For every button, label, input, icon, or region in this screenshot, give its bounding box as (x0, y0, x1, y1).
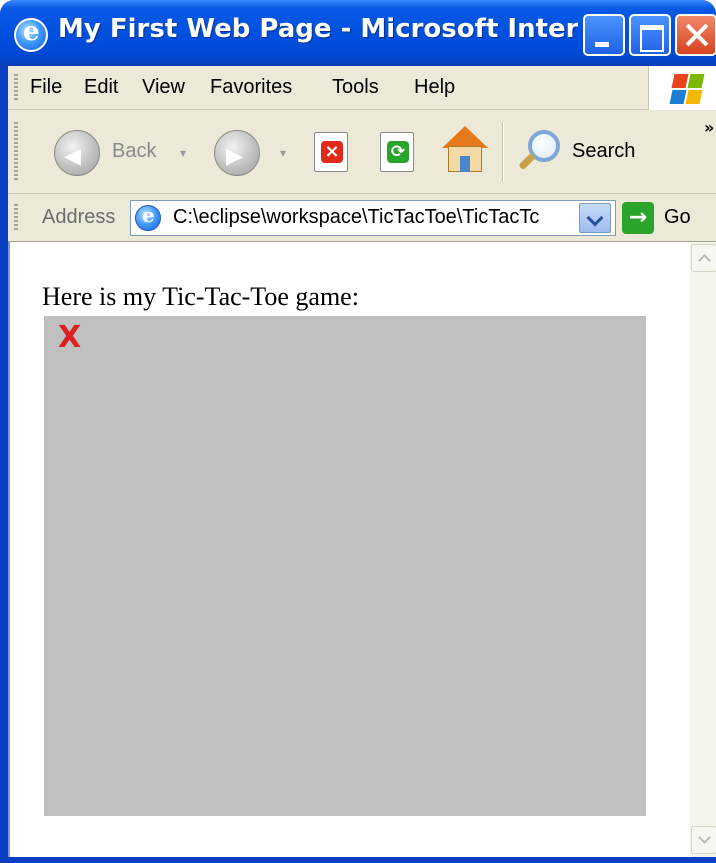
window-title: My First Web Page - Microsoft Internet .… (58, 14, 578, 44)
page-content: Here is my Tic-Tac-Toe game: X (8, 242, 716, 863)
minimize-button[interactable] (583, 14, 625, 56)
window-bottom-border (0, 857, 716, 863)
search-button-label[interactable]: Search (572, 140, 635, 163)
menu-view[interactable]: View (142, 76, 185, 99)
title-bar[interactable]: My First Web Page - Microsoft Internet .… (0, 0, 716, 66)
close-button[interactable] (675, 14, 716, 56)
toolbar-overflow-icon[interactable]: » (704, 118, 714, 137)
back-arrow-icon[interactable]: ◀ (54, 130, 100, 176)
refresh-icon[interactable]: ⟳ (380, 132, 414, 172)
menu-help[interactable]: Help (414, 76, 455, 99)
menu-grip-icon[interactable] (14, 74, 18, 102)
search-icon[interactable] (516, 128, 564, 176)
home-icon[interactable] (440, 126, 490, 176)
address-grip-icon[interactable] (14, 204, 18, 232)
maximize-button[interactable] (629, 14, 671, 56)
toolbar-grip-icon[interactable] (14, 122, 18, 182)
menu-favorites[interactable]: Favorites (210, 76, 292, 99)
menu-edit[interactable]: Edit (84, 76, 118, 99)
address-bar: Address C:\eclipse\workspace\TicTacToe\T… (8, 194, 716, 242)
ie-logo-icon[interactable] (14, 17, 48, 52)
address-label: Address (42, 206, 116, 228)
menu-bar: File Edit View Favorites Tools Help (8, 66, 716, 110)
menu-tools[interactable]: Tools (332, 76, 379, 99)
vertical-scrollbar[interactable] (690, 242, 716, 861)
forward-arrow-icon[interactable]: ▶ (214, 130, 260, 176)
scroll-down-icon[interactable] (691, 826, 716, 854)
back-dropdown-icon[interactable]: ▾ (180, 146, 186, 160)
toolbar-separator (502, 122, 504, 182)
browser-window: My First Web Page - Microsoft Internet .… (0, 0, 716, 863)
address-input[interactable]: C:\eclipse\workspace\TicTacToe\TicTacTc (130, 200, 616, 236)
windows-flag-icon (648, 66, 716, 110)
tic-tac-toe-board[interactable]: X (44, 316, 646, 816)
address-value[interactable]: C:\eclipse\workspace\TicTacToe\TicTacTc (173, 206, 569, 232)
stop-icon[interactable]: × (314, 132, 348, 172)
address-dropdown-icon[interactable] (579, 203, 611, 233)
scroll-up-icon[interactable] (691, 244, 716, 272)
forward-dropdown-icon[interactable]: ▾ (280, 146, 286, 160)
page-icon (135, 203, 161, 231)
standard-toolbar: ◀ Back ▾ ▶ ▾ × ⟳ Search » (8, 110, 716, 194)
menu-file[interactable]: File (30, 76, 62, 99)
back-button-label[interactable]: Back (112, 140, 156, 163)
intro-text: Here is my Tic-Tac-Toe game: (42, 282, 359, 311)
x-mark: X (58, 320, 82, 355)
go-arrow-icon[interactable]: → (622, 202, 654, 234)
go-button-label[interactable]: Go (664, 206, 691, 229)
